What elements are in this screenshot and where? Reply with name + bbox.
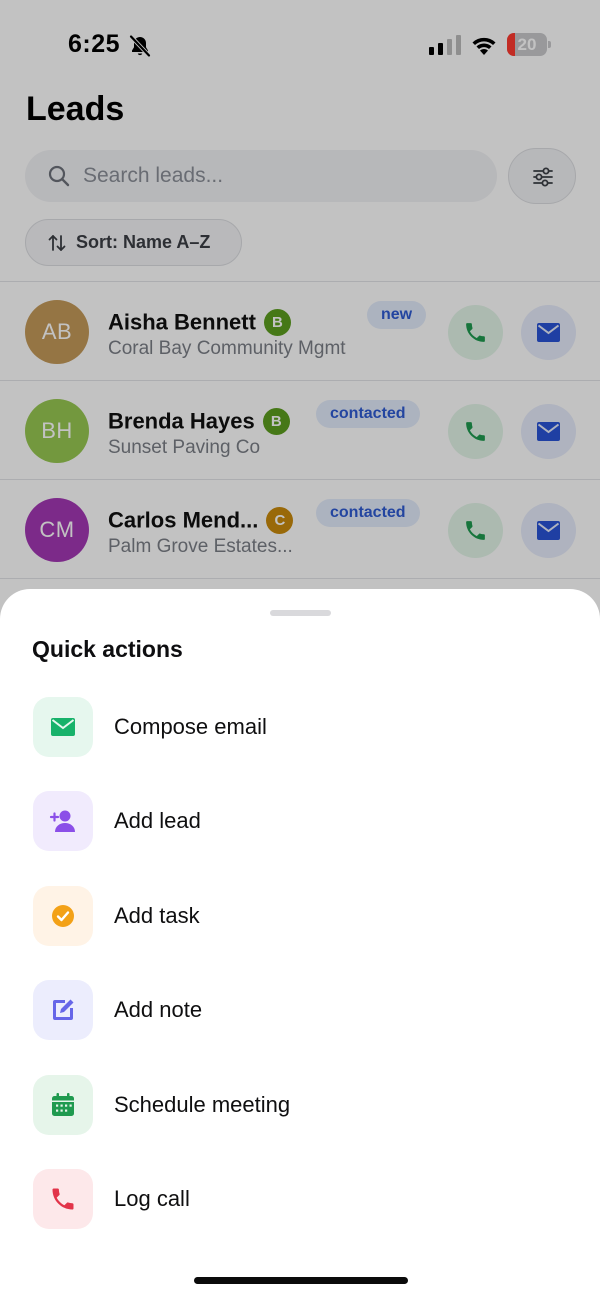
action-label: Schedule meeting [114, 1092, 291, 1117]
quick-actions-sheet: Quick actions Compose email Add lead Add… [0, 589, 600, 1298]
action-icon-box [33, 1075, 93, 1135]
action-icon-box [33, 980, 93, 1040]
check-circle-icon [52, 905, 74, 927]
action-label: Log call [114, 1186, 190, 1211]
calendar-icon [52, 1093, 74, 1116]
schedule-meeting-action[interactable]: Schedule meeting [0, 1065, 600, 1145]
action-icon-box [33, 791, 93, 851]
action-label: Add task [114, 903, 200, 928]
add-note-action[interactable]: Add note [0, 970, 600, 1050]
action-icon-box [33, 886, 93, 946]
add-task-action[interactable]: Add task [0, 876, 600, 956]
action-icon-box [33, 1169, 93, 1229]
log-call-action[interactable]: Log call [0, 1159, 600, 1239]
action-icon-box [33, 697, 93, 757]
sheet-title: Quick actions [32, 636, 183, 662]
home-indicator[interactable] [194, 1277, 408, 1284]
action-label: Add lead [114, 808, 201, 833]
sheet-grabber[interactable] [270, 610, 331, 616]
add-person-icon [49, 810, 75, 832]
action-label: Compose email [114, 714, 267, 739]
add-lead-action[interactable]: Add lead [0, 781, 600, 861]
edit-note-icon [53, 999, 74, 1020]
compose-email-action[interactable]: Compose email [0, 687, 600, 767]
action-label: Add note [114, 997, 203, 1022]
mail-icon [51, 718, 75, 736]
phone-icon [52, 1188, 74, 1210]
